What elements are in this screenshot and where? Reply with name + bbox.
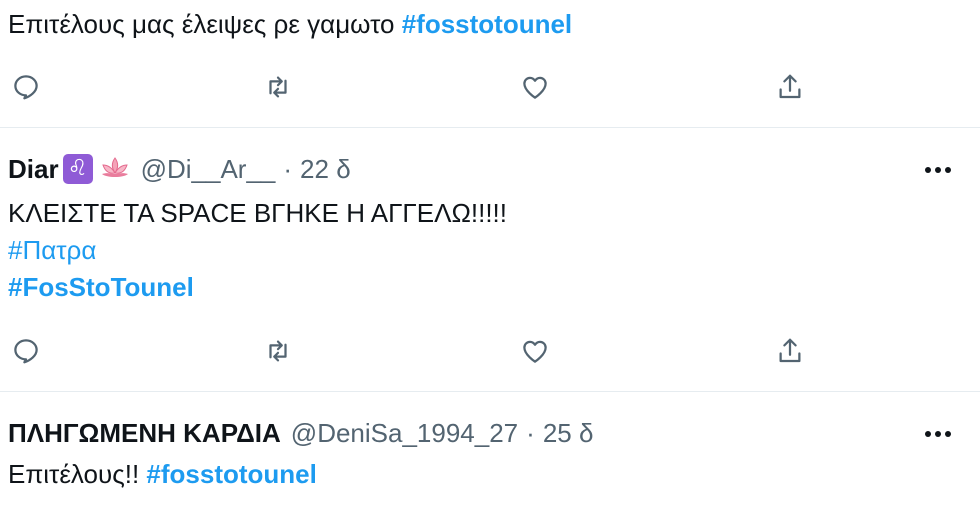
leo-emoji-icon: ♌ [62, 154, 93, 184]
tweet-1-actions [0, 67, 980, 107]
tweet-3-timestamp[interactable]: 25 δ [543, 418, 594, 449]
share-button[interactable] [770, 67, 810, 107]
tweet-2-hashtag-2-link[interactable]: #FosStoTounel [8, 268, 194, 306]
tweet-2-handle[interactable]: @Di__Ar__ [141, 154, 276, 185]
tweet-2-line-1: ΚΛΕΙΣΤΕ ΤΑ SPACE ΒΓΗΚΕ Η ΑΓΓΕΛΩ!!!!! [8, 198, 508, 228]
retweet-icon [269, 340, 287, 362]
tweet-3-text: Επιτέλους!! #fosstotounel [8, 455, 317, 493]
share-icon [779, 74, 801, 99]
tweet-2-actions [0, 331, 980, 371]
tweet-2-header: Diar ♌ @Di__Ar__ · 22 δ [8, 150, 351, 188]
reply-icon [14, 339, 38, 364]
tweet-3-body: Επιτέλους!! [8, 459, 147, 489]
share-icon [779, 338, 801, 363]
tweet-1-text: Επιτέλους μας έλειψες ρε γαμωτο #fosstot… [8, 5, 572, 43]
tweet-3-more-button[interactable] [918, 419, 958, 449]
tweet-2-more-button[interactable] [918, 155, 958, 185]
like-icon [523, 76, 547, 99]
like-button[interactable] [515, 67, 555, 107]
tweet-3-handle[interactable]: @DeniSa_1994_27 [291, 418, 518, 449]
tweet-divider [0, 127, 980, 128]
tweet-2-timestamp[interactable]: 22 δ [300, 154, 351, 185]
reply-icon [14, 75, 38, 100]
tweet-divider [0, 391, 980, 392]
tweet-3-display-name[interactable]: ΠΛΗΓΩΜΕΝΗ ΚΑΡΔΙΑ [8, 418, 281, 449]
tweet-1-body: Επιτέλους μας έλειψες ρε γαμωτο [8, 9, 402, 39]
tweet-3-hashtag-link[interactable]: #fosstotounel [146, 459, 316, 489]
reply-button[interactable] [6, 331, 46, 371]
tweet-1-hashtag-link[interactable]: #fosstotounel [402, 9, 572, 39]
retweet-button[interactable] [258, 67, 298, 107]
retweet-button[interactable] [258, 331, 298, 371]
tweet-feed: Επιτέλους μας έλειψες ρε γαμωτο #fosstot… [0, 0, 980, 510]
like-icon [523, 340, 547, 363]
retweet-icon [269, 76, 287, 98]
like-button[interactable] [515, 331, 555, 371]
separator-dot: · [283, 153, 293, 184]
tweet-2-display-name[interactable]: Diar [8, 154, 59, 185]
tweet-3-header: ΠΛΗΓΩΜΕΝΗ ΚΑΡΔΙΑ @DeniSa_1994_27 · 25 δ [8, 414, 593, 452]
reply-button[interactable] [6, 67, 46, 107]
lotus-emoji-icon [101, 157, 128, 177]
separator-dot: · [526, 417, 535, 448]
more-icon [925, 431, 951, 437]
more-icon [925, 167, 951, 173]
tweet-2-hashtag-1-link[interactable]: #Πατρα [8, 231, 96, 269]
share-button[interactable] [770, 331, 810, 371]
